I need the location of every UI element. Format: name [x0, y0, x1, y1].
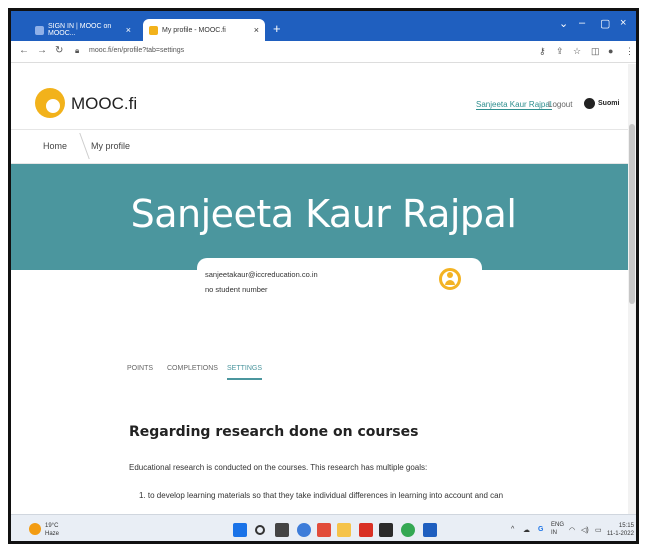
- browser-tab-signin[interactable]: SIGN IN | MOOC on MOOC... ×: [29, 19, 137, 41]
- search-icon[interactable]: [255, 525, 265, 535]
- star-icon[interactable]: ☆: [573, 46, 581, 57]
- file-explorer-icon[interactable]: [337, 523, 351, 537]
- address-bar: ← → ↻ 🔒︎ mooc.fi/en/profile?tab=settings…: [11, 41, 636, 63]
- volume-icon[interactable]: ◁): [581, 526, 589, 534]
- google-icon[interactable]: G: [538, 526, 543, 533]
- profile-email: sanjeetakaur@iccreducation.co.in: [205, 270, 318, 279]
- avatar-icon: [439, 268, 461, 290]
- language-switch[interactable]: Suomi: [598, 100, 619, 107]
- browser-tab-profile[interactable]: My profile - MOOC.fi ×: [143, 19, 265, 41]
- language-indicator[interactable]: ENG IN: [551, 521, 564, 537]
- store-icon[interactable]: [317, 523, 331, 537]
- close-icon[interactable]: ×: [126, 25, 131, 35]
- browser-tab-strip: SIGN IN | MOOC on MOOC... × My profile -…: [11, 11, 636, 41]
- minimize-icon[interactable]: –: [579, 17, 585, 29]
- forward-icon[interactable]: →: [37, 45, 47, 56]
- profile-card: sanjeetakaur@iccreducation.co.in no stud…: [197, 258, 482, 302]
- window-close-icon[interactable]: ×: [620, 17, 626, 29]
- url-field[interactable]: mooc.fi/en/profile?tab=settings: [89, 47, 184, 54]
- temperature: 19°C: [45, 523, 59, 529]
- battery-icon[interactable]: ▭: [595, 526, 602, 534]
- lang-top: ENG: [551, 522, 565, 528]
- tab-settings[interactable]: SETTINGS: [227, 365, 263, 380]
- site-header: MOOC.fi Sanjeeta Kaur Rajpal Logout Suom…: [11, 64, 636, 130]
- lang-bottom: IN: [551, 530, 557, 536]
- weather-widget[interactable]: 19°C Haze: [45, 522, 59, 538]
- student-number: no student number: [205, 285, 268, 294]
- back-icon[interactable]: ←: [19, 45, 29, 56]
- weather-icon[interactable]: [29, 523, 41, 535]
- sidebar-icon[interactable]: ◫: [591, 46, 600, 57]
- close-icon[interactable]: ×: [254, 25, 259, 35]
- page-scrollbar[interactable]: [628, 64, 636, 514]
- browser-tab-title: My profile - MOOC.fi: [162, 26, 226, 34]
- tab-completions[interactable]: COMPLETIONS: [167, 365, 218, 378]
- chrome-icon[interactable]: [401, 523, 415, 537]
- chevron-down-icon[interactable]: ⌄: [559, 17, 568, 30]
- app-icon[interactable]: [379, 523, 393, 537]
- mooc-favicon-icon: [149, 25, 158, 35]
- app-icon[interactable]: [359, 523, 373, 537]
- research-intro: Educational research is conducted on the…: [129, 463, 428, 472]
- screenshot-frame: SIGN IN | MOOC on MOOC... × My profile -…: [8, 8, 639, 544]
- key-icon[interactable]: ⚷: [539, 46, 546, 57]
- page-favicon-icon: [35, 25, 44, 35]
- logout-button[interactable]: Logout: [548, 100, 572, 109]
- wifi-icon[interactable]: ◠: [569, 526, 575, 534]
- scrollbar-thumb[interactable]: [629, 124, 635, 304]
- tab-points[interactable]: POINTS: [127, 365, 153, 378]
- share-icon[interactable]: ⇪: [556, 46, 564, 57]
- app-icon[interactable]: [423, 523, 437, 537]
- clock-date: 11-1-2022: [607, 531, 634, 537]
- globe-icon[interactable]: [584, 98, 595, 109]
- maximize-icon[interactable]: ▢: [600, 17, 610, 30]
- windows-taskbar: 19°C Haze ^ ☁ G ENG IN ◠ ◁) ▭ 15:15 11-1…: [11, 514, 636, 541]
- clock-time: 15:15: [618, 523, 634, 529]
- profile-tabs: POINTS COMPLETIONS SETTINGS: [11, 361, 636, 385]
- breadcrumb-current: My profile: [91, 141, 131, 151]
- browser-tab-title: SIGN IN | MOOC on MOOC...: [48, 23, 112, 37]
- profile-banner: Sanjeeta Kaur Rajpal: [11, 164, 636, 270]
- cloud-icon[interactable]: ☁: [523, 526, 530, 534]
- profile-name: Sanjeeta Kaur Rajpal: [130, 192, 517, 236]
- edge-icon[interactable]: [297, 523, 311, 537]
- breadcrumb: Home My profile: [11, 130, 636, 164]
- lock-icon[interactable]: 🔒︎: [75, 46, 79, 56]
- reload-icon[interactable]: ↻: [55, 45, 63, 56]
- weather-text: Haze: [45, 531, 60, 537]
- menu-icon[interactable]: ⋮: [625, 46, 634, 57]
- new-tab-icon[interactable]: +: [273, 21, 281, 36]
- brand-name[interactable]: MOOC.fi: [71, 94, 137, 114]
- chevron-up-icon[interactable]: ^: [511, 526, 514, 533]
- profile-icon[interactable]: ●: [608, 46, 613, 56]
- research-goal-1: 1. to develop learning materials so that…: [139, 491, 504, 500]
- mooc-logo-icon[interactable]: [35, 88, 65, 118]
- user-name-link[interactable]: Sanjeeta Kaur Rajpal: [476, 100, 552, 110]
- breadcrumb-separator: [66, 133, 90, 159]
- task-view-icon[interactable]: [275, 523, 289, 537]
- start-icon[interactable]: [233, 523, 247, 537]
- breadcrumb-home[interactable]: Home: [43, 141, 67, 151]
- research-section-title: Regarding research done on courses: [129, 424, 419, 440]
- system-clock[interactable]: 15:15 11-1-2022: [607, 522, 634, 538]
